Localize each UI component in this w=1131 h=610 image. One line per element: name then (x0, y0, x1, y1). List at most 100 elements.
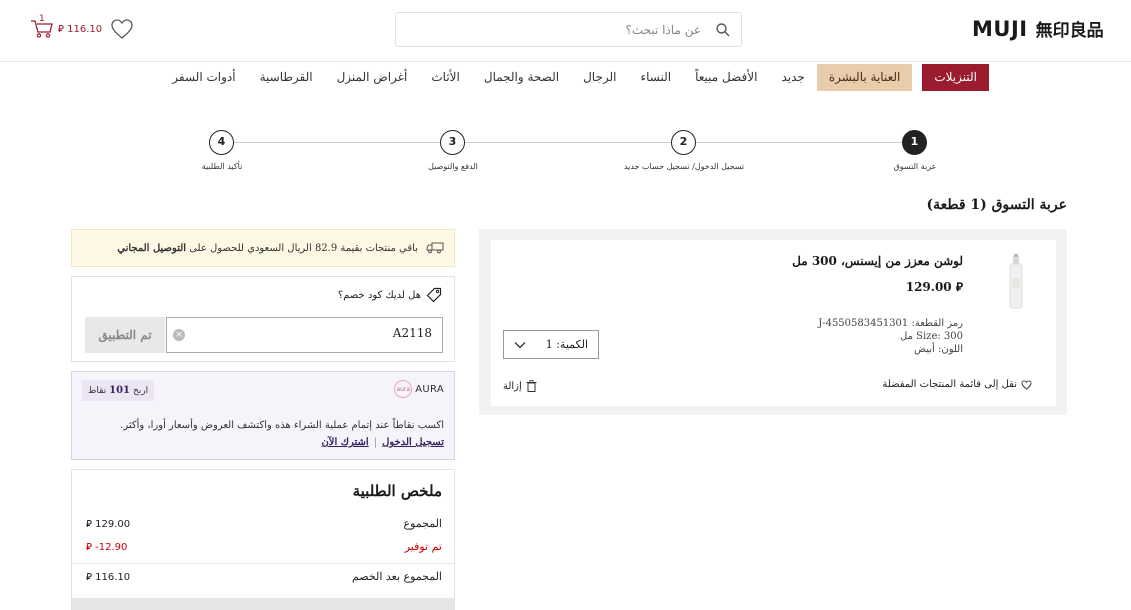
logo-latin: MUJI (972, 16, 1028, 41)
nav-item-skincare[interactable]: العناية بالبشرة (816, 64, 913, 91)
aura-logo-icon: aura (394, 380, 413, 398)
step-3-circle: 3 (440, 130, 465, 155)
coupon-input-wrapper: × (166, 317, 443, 353)
coupon-question-text: هل لديك كود خصم؟ (337, 289, 421, 301)
step-3-label: الدفع والتوصيل (428, 162, 478, 171)
aura-links: تسجيل الدخول | اشترك الآن (321, 437, 444, 448)
coupon-code-input[interactable] (192, 326, 432, 340)
nav-item-health-beauty[interactable]: الصحة والجمال (472, 64, 571, 91)
coupon-section: هل لديك كود خصم؟ × تم التطبيق (71, 276, 455, 362)
aura-link-separator: | (373, 437, 378, 448)
step-2-label: تسجيل الدخول/ تسجيل حساب جديد (623, 162, 745, 171)
logo-kanji: 無印良品 (1035, 21, 1104, 41)
aura-logo: aura AURA (394, 380, 444, 398)
after-discount-value: ⃁ 116.10 (86, 570, 130, 586)
nav-item-household[interactable]: أغراض المنزل (325, 64, 420, 91)
cart-total: ⃁ 116.10 (58, 22, 102, 35)
cart-total-value: 116.10 (67, 23, 103, 35)
step-2-circle: 2 (671, 130, 696, 155)
product-image[interactable] (1001, 254, 1031, 310)
muji-logo[interactable]: MUJI 無印良品 (972, 16, 1104, 42)
savings-label: تم توفير (404, 540, 442, 553)
after-discount-amount: 116.10 (95, 572, 131, 583)
order-summary: ملخص الطلبية المجموع ⃁ 129.00 تم توفير ⃁… (71, 469, 455, 610)
search-icon[interactable] (715, 22, 731, 38)
cart-title: عربة التسوق (1 قطعة) (926, 197, 1067, 213)
site-header: MUJI 無印良品 1 ⃁ 116.10 (0, 0, 1131, 62)
subtotal-label: المجموع (403, 517, 442, 530)
nav-item-furniture[interactable]: الأثاث (419, 64, 471, 91)
product-sku: رمز القطعة: J-4550583451301 (818, 318, 963, 329)
aura-login-link[interactable]: تسجيل الدخول (382, 437, 444, 448)
aura-badge-suffix: نقاط (88, 385, 107, 396)
free-shipping-banner: باقي منتجات بقيمة 82.9 الريال السعودي لل… (71, 229, 455, 267)
subtotal-row: المجموع ⃁ 129.00 (86, 517, 442, 533)
product-price-value: 129.00 (905, 280, 952, 294)
wishlist-label: نقل إلى قائمة المنتجات المفضلة (882, 379, 1017, 390)
aura-points-badge: اربح 101 نقاط (82, 380, 155, 401)
aura-badge-prefix: اربح (133, 385, 149, 396)
cart-button[interactable]: 1 ⃁ 116.10 (30, 14, 102, 39)
nav-item-women[interactable]: النساء (628, 64, 683, 91)
move-to-wishlist-button[interactable]: نقل إلى قائمة المنتجات المفضلة (882, 379, 1032, 390)
cart-count-badge: 1 (39, 14, 45, 24)
quantity-select[interactable]: الكمية: 1 (503, 330, 599, 359)
heart-icon (1021, 379, 1032, 390)
product-color: اللون: أبيض (913, 344, 963, 355)
aura-description: اكسب نقاطاً عند إتمام عملية الشراء هذه و… (120, 420, 444, 431)
savings-value: ⃁ -12.90 (86, 540, 127, 556)
product-name[interactable]: لوشن معزز من إيسنس، 300 مل (792, 254, 963, 268)
nav-item-men[interactable]: الرجال (571, 64, 628, 91)
order-summary-title: ملخص الطلبية (352, 482, 442, 500)
step-4-circle: 4 (209, 130, 234, 155)
nav-item-new[interactable]: جديد (769, 64, 816, 91)
free-shipping-bold: التوصيل المجاني (117, 242, 187, 254)
step-4-label: تأكيد الطلبية (201, 162, 243, 171)
nav-item-sale[interactable]: التنزيلات (922, 64, 989, 91)
apply-coupon-button[interactable]: تم التطبيق (85, 317, 165, 353)
grand-total-bar (72, 598, 454, 610)
after-discount-label: المجموع بعد الخصم (352, 570, 442, 583)
subtotal-amount: 129.00 (95, 519, 131, 530)
tag-icon (426, 287, 442, 303)
free-shipping-prefix: باقي منتجات بقيمة 82.9 الريال السعودي لل… (186, 242, 418, 254)
step-1-label: عربة التسوق (893, 162, 937, 171)
savings-amount: -12.90 (95, 542, 128, 553)
aura-loyalty-box: aura AURA اربح 101 نقاط اكسب نقاطاً عند إت… (71, 371, 455, 460)
coupon-question: هل لديك كود خصم؟ (338, 287, 442, 303)
aura-signup-link[interactable]: اشترك الآن (321, 437, 368, 448)
clear-coupon-icon[interactable]: × (173, 329, 185, 341)
nav-item-travel[interactable]: أدوات السفر (160, 64, 247, 91)
cart-item: لوشن معزز من إيسنس، 300 مل ⃁ 129.00 رمز … (491, 240, 1056, 406)
after-discount-row: المجموع بعد الخصم ⃁ 116.10 (86, 570, 442, 586)
product-price: ⃁ 129.00 (906, 280, 963, 295)
aura-brand: AURA (415, 383, 444, 395)
product-size: Size: 300 مل (900, 331, 963, 342)
nav-item-stationery[interactable]: القرطاسية (248, 64, 325, 91)
riyal-symbol: ⃁ (58, 23, 64, 35)
delivery-truck-icon (426, 242, 444, 254)
cart-items-panel: لوشن معزز من إيسنس، 300 مل ⃁ 129.00 رمز … (479, 229, 1067, 415)
summary-divider (72, 563, 454, 564)
riyal-symbol: ⃁ (955, 280, 963, 294)
search-box[interactable] (395, 12, 742, 47)
remove-item-button[interactable]: إزالة (503, 380, 537, 392)
aura-badge-points: 101 (109, 385, 130, 396)
quantity-label: الكمية: 1 (545, 338, 588, 351)
cart-icon: 1 (30, 14, 54, 39)
free-shipping-text: باقي منتجات بقيمة 82.9 الريال السعودي لل… (117, 243, 418, 254)
nav-item-bestsellers[interactable]: الأفضل مبيعاً (683, 64, 769, 91)
stepper-line (234, 142, 902, 143)
wishlist-heart-icon[interactable] (110, 18, 134, 40)
riyal-symbol: ⃁ (86, 519, 92, 530)
main-nav: التنزيلات العناية بالبشرة جديد الأفضل مب… (160, 64, 989, 91)
chevron-down-icon (514, 341, 526, 348)
riyal-symbol: ⃁ (86, 572, 92, 583)
trash-icon (526, 380, 537, 392)
step-1-circle: 1 (902, 130, 927, 155)
remove-label: إزالة (503, 380, 522, 392)
subtotal-value: ⃁ 129.00 (86, 517, 130, 533)
search-input[interactable] (411, 20, 701, 40)
riyal-symbol: ⃁ (86, 542, 92, 553)
savings-row: تم توفير ⃁ -12.90 (86, 540, 442, 556)
